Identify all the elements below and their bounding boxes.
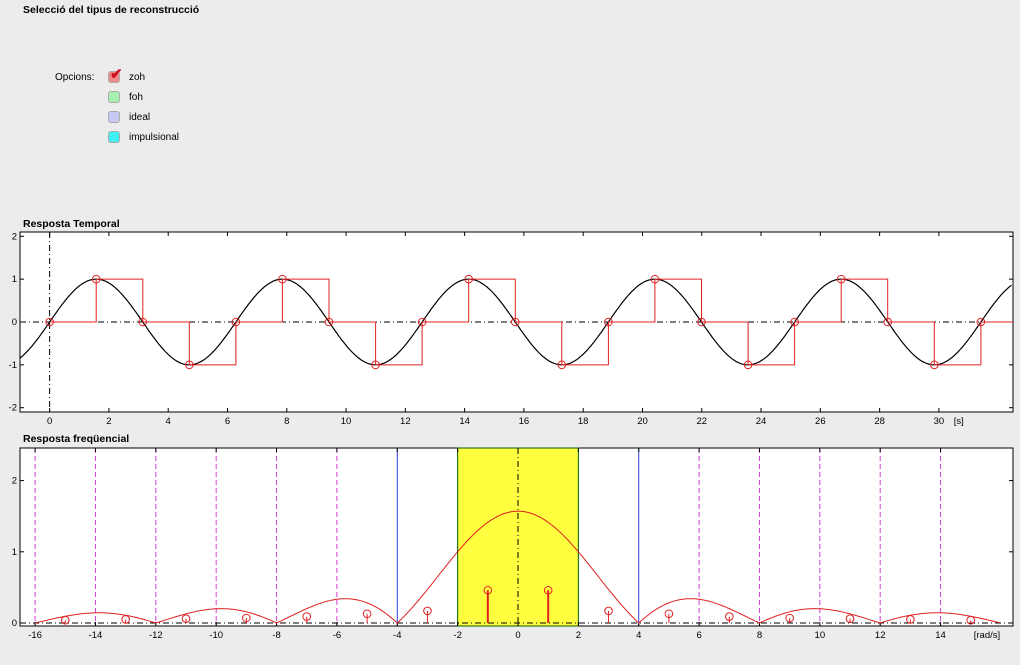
- x-tick-label: 10: [815, 630, 826, 641]
- x-tick-label: -14: [89, 630, 103, 641]
- x-tick-label: -6: [333, 630, 341, 641]
- y-tick-label: 1: [12, 547, 17, 558]
- x-tick-label: 2: [576, 630, 581, 641]
- x-tick-label: -4: [393, 630, 401, 641]
- x-tick-label: 12: [875, 630, 886, 641]
- x-tick-label: -10: [209, 630, 223, 641]
- y-tick-label: 0: [12, 618, 17, 629]
- x-tick-label: 6: [696, 630, 701, 641]
- y-tick-label: 2: [12, 476, 17, 487]
- x-tick-label: 14: [935, 630, 946, 641]
- x-tick-label: -2: [453, 630, 461, 641]
- x-tick-label: 8: [757, 630, 762, 641]
- x-tick-label: -16: [28, 630, 42, 641]
- x-tick-label: 0: [515, 630, 520, 641]
- x-tick-label: 4: [636, 630, 641, 641]
- x-axis-label: [rad/s]: [974, 630, 1000, 641]
- x-tick-label: -8: [272, 630, 280, 641]
- frequency-response-chart: -16 -14 -12 -10 -8 -6 -4 -2 0 2 4 6 8 10 12 14012[rad/s…: [12, 447, 1014, 641]
- x-tick-label: -12: [149, 630, 163, 641]
